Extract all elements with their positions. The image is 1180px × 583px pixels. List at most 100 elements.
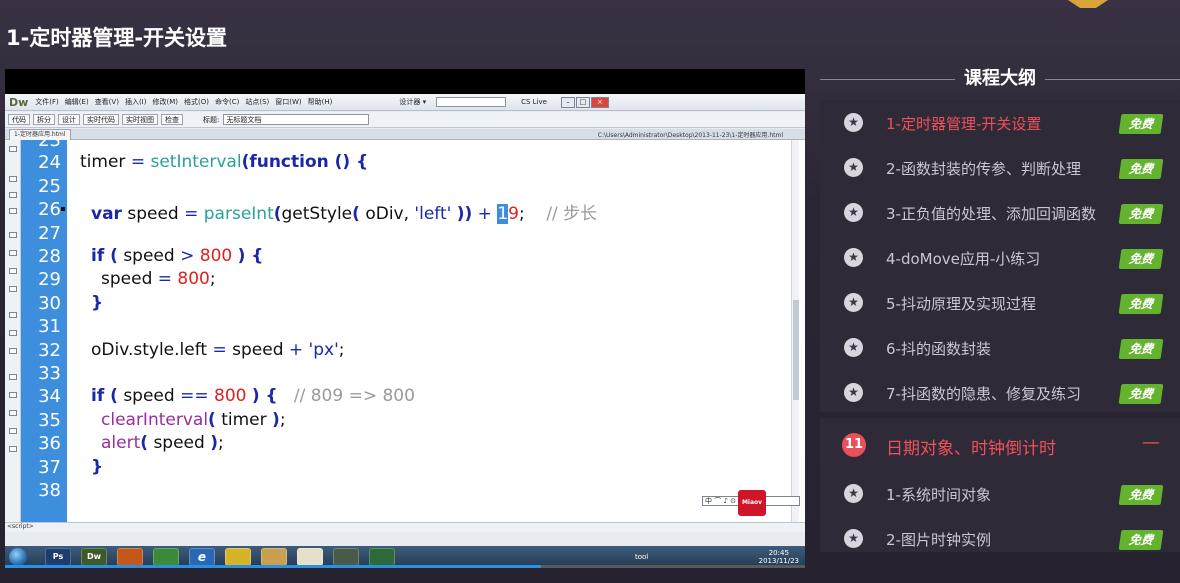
qq-icon[interactable]: ●: [297, 548, 323, 566]
star-icon: ★: [844, 383, 863, 402]
photoshop-icon[interactable]: Ps: [45, 548, 71, 566]
collapse-selection-icon[interactable]: [9, 192, 17, 198]
line-number: 34: [38, 386, 61, 407]
lesson-item-1[interactable]: ★ 1-定时器管理-开关设置 免费: [820, 100, 1180, 145]
lesson-item-6[interactable]: ★ 6-抖的函数封装 免费: [820, 325, 1180, 370]
menu-view[interactable]: 查看(V): [92, 97, 122, 107]
menu-format[interactable]: 格式(O): [181, 97, 212, 107]
scrollbar-thumb[interactable]: [793, 300, 799, 400]
lesson-item-11-2[interactable]: ★ 2-图片时钟实例 免费: [820, 516, 1180, 561]
wrap-tag-icon[interactable]: [9, 348, 17, 354]
menu-help[interactable]: 帮助(H): [305, 97, 336, 107]
minimize-button[interactable]: –: [560, 96, 575, 108]
split-view-button[interactable]: 拆分: [33, 114, 55, 125]
start-button-icon[interactable]: [9, 548, 27, 566]
chrome-icon[interactable]: ●: [153, 548, 179, 566]
system-clock[interactable]: 20:45 2013/11/23: [759, 549, 799, 565]
code-editor[interactable]: 23 24 25 26 27 28 29 30 31 32 33 34 35 3…: [5, 140, 805, 522]
move-css-icon[interactable]: [9, 392, 17, 398]
lesson-title: 2-函数封装的传参、判断处理: [886, 160, 1081, 178]
menu-site[interactable]: 站点(S): [242, 97, 272, 107]
lesson-item-3[interactable]: ★ 3-正负值的处理、添加回调函数 免费: [820, 190, 1180, 235]
menu-edit[interactable]: 编辑(E): [62, 97, 92, 107]
lesson-title: 4-doMove应用-小练习: [886, 250, 1041, 268]
menu-file[interactable]: 文件(F): [32, 97, 62, 107]
help-search-input[interactable]: [436, 97, 507, 107]
menu-modify[interactable]: 修改(M): [149, 97, 181, 107]
expand-all-icon[interactable]: [9, 208, 17, 214]
star-icon: ★: [844, 248, 863, 267]
code-view-button[interactable]: 代码: [8, 114, 30, 125]
lesson-title: 1-定时器管理-开关设置: [886, 115, 1042, 133]
inspect-button[interactable]: 检查: [161, 114, 183, 125]
format-source-icon[interactable]: [9, 446, 17, 452]
dreamweaver-icon[interactable]: Dw: [81, 548, 107, 566]
code-line-26: var speed = parseInt(getStyle( oDiv, 'le…: [91, 204, 598, 224]
miaov-badge: Miaov: [738, 490, 766, 516]
live-view-button[interactable]: 实时视图: [122, 114, 158, 125]
menu-insert[interactable]: 插入(I): [122, 97, 150, 107]
live-code-button[interactable]: 实时代码: [83, 114, 119, 125]
editor-scrollbar[interactable]: [791, 140, 799, 522]
dw-menubar: Dw 文件(F) 编辑(E) 查看(V) 插入(I) 修改(M) 格式(O) 命…: [5, 94, 805, 111]
lesson-item-11-1[interactable]: ★ 1-系统时间对象 免费: [820, 471, 1180, 516]
indent-code-icon[interactable]: [9, 410, 17, 416]
video-progress-bar[interactable]: [5, 565, 805, 568]
corner-ribbon: [1068, 0, 1108, 8]
code-line-36: alert( speed );: [101, 433, 224, 453]
ie-icon[interactable]: e: [189, 548, 215, 566]
tag-selector[interactable]: <script>: [5, 522, 805, 532]
document-tab[interactable]: 1-定时器应用.html: [9, 129, 71, 140]
close-button[interactable]: ×: [590, 96, 609, 108]
free-badge: 免费: [1118, 294, 1164, 314]
lesson-item-4[interactable]: ★ 4-doMove应用-小练习 免费: [820, 235, 1180, 280]
open-documents-icon[interactable]: [9, 146, 17, 152]
lesson-item-2[interactable]: ★ 2-函数封装的传参、判断处理 免费: [820, 145, 1180, 190]
outdent-code-icon[interactable]: [9, 428, 17, 434]
star-icon: ★: [844, 113, 863, 132]
line-numbers-icon[interactable]: [9, 268, 17, 274]
workspace-switcher[interactable]: 设计器 ▾: [395, 97, 430, 107]
menu-commands[interactable]: 命令(C): [212, 97, 242, 107]
collapse-icon[interactable]: —: [1142, 432, 1160, 453]
recent-snippets-icon[interactable]: [9, 374, 17, 380]
free-badge: 免费: [1118, 530, 1164, 550]
collapse-tag-icon[interactable]: [9, 176, 17, 182]
document-title-input[interactable]: 无标题文档: [223, 114, 370, 125]
star-icon: ★: [844, 529, 863, 548]
design-view-button[interactable]: 设计: [58, 114, 80, 125]
code-line-30: }: [91, 293, 104, 313]
chapter-11-panel: 11 日期对象、时钟倒计时 — ★ 1-系统时间对象 免费 ★ 2-图片时钟实例…: [820, 418, 1180, 552]
line-number: 29: [38, 269, 61, 290]
highlight-invalid-icon[interactable]: [9, 286, 17, 292]
tool-app-icon[interactable]: ●: [225, 548, 251, 566]
explorer-icon[interactable]: ●: [261, 548, 287, 566]
lesson-item-5[interactable]: ★ 5-抖动原理及实现过程 免费: [820, 280, 1180, 325]
floating-widget: 中 ⌒ ♪ ⊙ 简 ⊞ ✎ Miaov: [688, 486, 800, 534]
app-icon[interactable]: ●: [369, 548, 395, 566]
chapter-11-header[interactable]: 11 日期对象、时钟倒计时 —: [820, 418, 1180, 468]
sublime-icon[interactable]: ●: [333, 548, 359, 566]
firefox-icon[interactable]: ●: [117, 548, 143, 566]
balance-braces-icon[interactable]: [9, 250, 17, 256]
apply-comment-icon[interactable]: [9, 312, 17, 318]
star-icon: ★: [844, 293, 863, 312]
free-badge: 免费: [1118, 249, 1164, 269]
title-label: 标题:: [203, 115, 220, 124]
line-number: 32: [38, 340, 61, 361]
lesson-title: 1-系统时间对象: [886, 486, 991, 504]
video-player[interactable]: Dw 文件(F) 编辑(E) 查看(V) 插入(I) 修改(M) 格式(O) 命…: [5, 69, 805, 568]
star-icon: ★: [844, 203, 863, 222]
select-parent-tag-icon[interactable]: [9, 232, 17, 238]
cs-live-button[interactable]: CS Live: [518, 98, 550, 106]
star-icon: ★: [844, 484, 863, 503]
lesson-item-7[interactable]: ★ 7-抖函数的隐患、修复及练习 免费: [820, 370, 1180, 415]
free-badge: 免费: [1118, 204, 1164, 224]
code-line-32: oDiv.style.left = speed + 'px';: [91, 340, 345, 360]
menu-window[interactable]: 窗口(W): [272, 97, 304, 107]
remove-comment-icon[interactable]: [9, 330, 17, 336]
free-badge: 免费: [1118, 485, 1164, 505]
tray-tool-label[interactable]: tool: [635, 553, 648, 561]
maximize-button[interactable]: □: [575, 96, 590, 108]
free-badge: 免费: [1118, 159, 1164, 179]
